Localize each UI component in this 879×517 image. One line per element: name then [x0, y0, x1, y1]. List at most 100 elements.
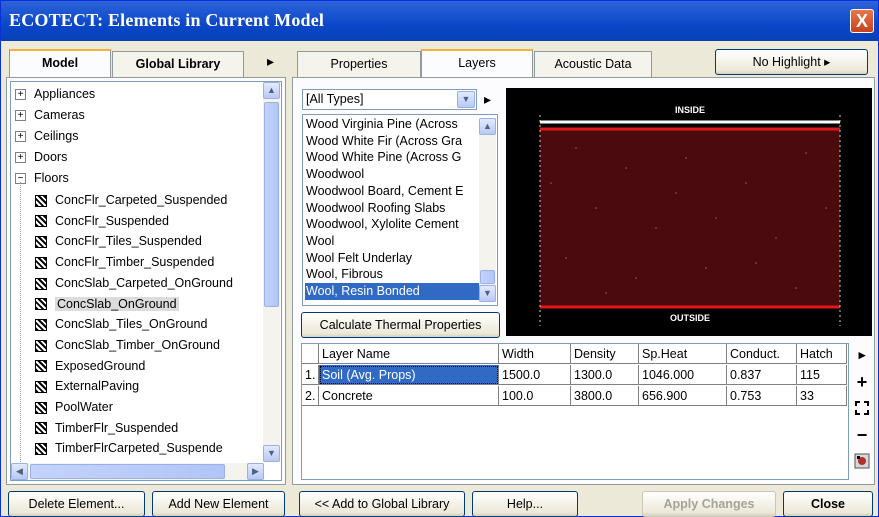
tree-item[interactable]: TimberFlr_Suspended: [35, 418, 178, 439]
soil-layer-fill: [540, 129, 840, 307]
tree-item-label: ConcSlab_Timber_OnGround: [55, 337, 220, 352]
expand-toggle-icon[interactable]: +: [15, 152, 26, 164]
table-header-cell: Width: [499, 344, 571, 364]
remove-layer-icon[interactable]: −: [851, 425, 873, 446]
scroll-thumb[interactable]: [480, 270, 495, 284]
expand-toggle-icon[interactable]: +: [15, 110, 26, 122]
tree-item[interactable]: ExternalPaving: [35, 376, 139, 397]
tree-horizontal-scrollbar[interactable]: ◀ ▶: [11, 463, 264, 480]
table-cell[interactable]: 115: [797, 365, 847, 385]
tree-item[interactable]: ConcSlab_Timber_OnGround: [35, 335, 220, 356]
tree-item[interactable]: PoolWater: [35, 397, 113, 418]
expand-toggle-icon[interactable]: +: [15, 89, 26, 101]
scroll-down-icon[interactable]: ▼: [479, 285, 496, 302]
tree-item[interactable]: ConcFlr_Tiles_Suspended: [35, 231, 202, 252]
tree-category[interactable]: − Floors: [15, 168, 69, 189]
tabs-scroll-arrow-icon[interactable]: ▸: [267, 53, 274, 70]
delete-element-button[interactable]: Delete Element...: [8, 491, 145, 517]
highlight-button[interactable]: No Highlight ▸: [715, 49, 868, 75]
tab-global-library[interactable]: Global Library: [112, 51, 244, 77]
material-list-item[interactable]: Wool, Resin Bonded: [305, 283, 495, 300]
element-type-icon: [35, 277, 47, 290]
table-header-cell: Hatch: [797, 344, 847, 364]
close-button[interactable]: Close: [783, 491, 873, 517]
material-list-item[interactable]: Woodwool Board, Cement E: [305, 183, 495, 200]
tree-item-label: ExposedGround: [55, 358, 146, 373]
tab-properties[interactable]: Properties: [297, 51, 421, 77]
tree-category[interactable]: + Appliances: [15, 84, 95, 105]
title-bar[interactable]: ECOTECT: Elements in Current Model X: [1, 1, 878, 41]
expand-icon[interactable]: [851, 399, 873, 420]
tree-item[interactable]: TimberFlrCarpeted_Suspende: [35, 438, 223, 459]
table-next-arrow-icon[interactable]: ▸: [851, 347, 873, 363]
window-title: ECOTECT: Elements in Current Model: [9, 10, 325, 30]
tree-item-label: ConcSlab_Tiles_OnGround: [55, 317, 208, 332]
tree-item-label: ConcSlab_Carpeted_OnGround: [55, 275, 233, 290]
tree-item[interactable]: ConcSlab_Tiles_OnGround: [35, 314, 207, 335]
table-cell[interactable]: 2.: [302, 386, 319, 406]
material-scrollbar[interactable]: ▲ ▼: [479, 118, 496, 302]
material-list-item[interactable]: Wool: [305, 233, 495, 250]
element-tree[interactable]: + Appliances + Cameras + Ceilings + Doors − Floor…: [10, 81, 282, 481]
table-cell[interactable]: 656.900: [639, 386, 727, 406]
material-list-item[interactable]: Woodwool: [305, 166, 495, 183]
help-button[interactable]: Help...: [472, 491, 578, 517]
tree-item[interactable]: ConcSlab_Carpeted_OnGround: [35, 273, 233, 294]
material-list-item[interactable]: Wood Virginia Pine (Across: [305, 116, 495, 133]
table-cell[interactable]: 1500.0: [499, 365, 571, 385]
add-layer-icon[interactable]: +: [851, 372, 873, 393]
table-cell[interactable]: 33: [797, 386, 847, 406]
dropdown-arrow-icon[interactable]: ▼: [457, 91, 475, 108]
table-cell[interactable]: Concrete: [319, 386, 499, 406]
material-list-item[interactable]: Wool, Fibrous: [305, 266, 495, 283]
material-list-item[interactable]: Wood White Fir (Across Gra: [305, 133, 495, 150]
scroll-down-icon[interactable]: ▼: [263, 445, 280, 462]
close-window-button[interactable]: X: [850, 9, 874, 33]
scroll-up-icon[interactable]: ▲: [263, 82, 280, 99]
scroll-right-icon[interactable]: ▶: [247, 463, 264, 480]
material-list[interactable]: Wood Virginia Pine (Across Wood White Fir…: [302, 114, 498, 306]
material-list-item[interactable]: Wool Felt Underlay: [305, 250, 495, 267]
element-manager-window: ECOTECT: Elements in Current Model X Mod…: [0, 0, 879, 517]
element-type-icon: [35, 381, 47, 393]
material-list-item[interactable]: Wood White Pine (Across G: [305, 149, 495, 166]
tree-item[interactable]: ConcFlr_Carpeted_Suspended: [35, 190, 227, 211]
scroll-up-icon[interactable]: ▲: [479, 118, 496, 135]
tree-item[interactable]: ExposedGround: [35, 356, 145, 377]
material-picker-icon[interactable]: [851, 453, 873, 474]
tab-layers[interactable]: Layers: [421, 49, 533, 77]
expand-toggle-icon[interactable]: +: [15, 131, 26, 143]
table-cell[interactable]: 1300.0: [571, 365, 639, 385]
tab-model[interactable]: Model: [9, 49, 111, 77]
layers-table[interactable]: Layer Name Width Density Sp.Heat Conduct. Hat…: [301, 343, 849, 480]
table-cell[interactable]: 1046.000: [639, 365, 727, 385]
table-cell[interactable]: 100.0: [499, 386, 571, 406]
tree-category[interactable]: + Cameras: [15, 105, 85, 126]
tree-item[interactable]: ConcSlab_OnGround: [35, 294, 179, 315]
table-cell[interactable]: 1.: [302, 365, 319, 385]
tree-item[interactable]: ConcFlr_Suspended: [35, 211, 169, 232]
tree-item[interactable]: ConcFlr_Timber_Suspended: [35, 252, 214, 273]
table-cell[interactable]: Soil (Avg. Props): [319, 365, 499, 385]
table-cell[interactable]: 0.837: [727, 365, 797, 385]
table-cell[interactable]: 0.753: [727, 386, 797, 406]
material-list-item[interactable]: Woodwool Roofing Slabs: [305, 200, 495, 217]
material-list-item[interactable]: Woodwool, Xylolite Cement: [305, 216, 495, 233]
element-type-icon: [35, 194, 47, 207]
h-scroll-thumb[interactable]: [30, 464, 225, 479]
apply-changes-button[interactable]: Apply Changes: [642, 491, 776, 517]
tree-vertical-scrollbar[interactable]: ▲ ▼: [263, 82, 280, 462]
tab-acoustic-data[interactable]: Acoustic Data: [534, 51, 652, 77]
filter-next-arrow-icon[interactable]: ▸: [484, 91, 491, 108]
scroll-left-icon[interactable]: ◀: [11, 463, 28, 480]
calculate-thermal-properties-button[interactable]: Calculate Thermal Properties: [301, 312, 500, 338]
scroll-thumb[interactable]: [264, 102, 279, 307]
tree-category[interactable]: + Ceilings: [15, 126, 78, 147]
add-to-global-library-button[interactable]: << Add to Global Library: [299, 491, 465, 517]
type-filter-select[interactable]: [All Types] ▼: [302, 89, 477, 110]
tree-category[interactable]: + Doors: [15, 147, 67, 168]
table-cell[interactable]: 3800.0: [571, 386, 639, 406]
type-filter-value: [All Types]: [306, 92, 364, 106]
add-new-element-button[interactable]: Add New Element: [152, 491, 285, 517]
tree-item-label: ConcFlr_Carpeted_Suspended: [55, 193, 228, 207]
